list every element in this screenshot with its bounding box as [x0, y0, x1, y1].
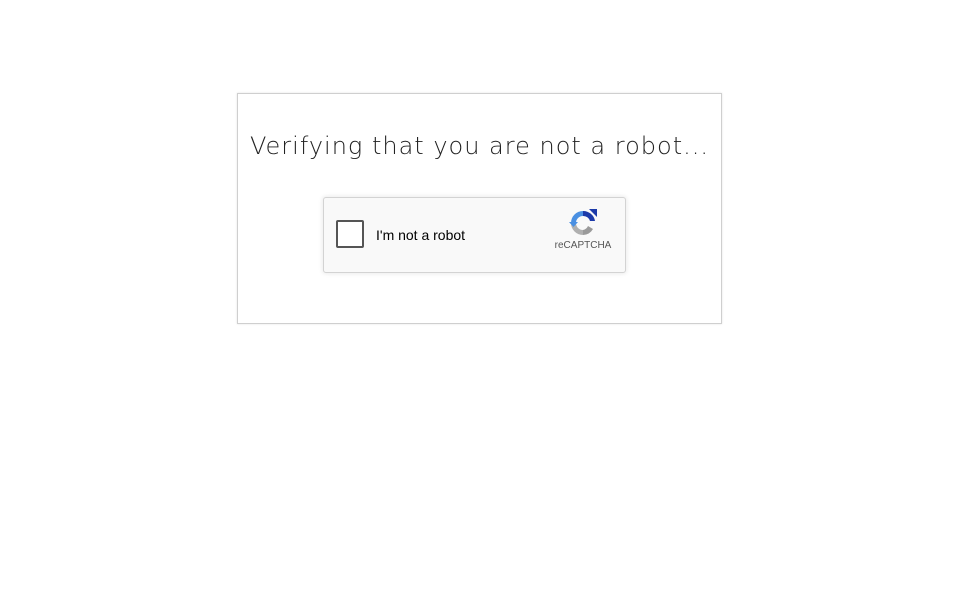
verification-title: Verifying that you are not a robot... — [249, 132, 710, 160]
page: Verifying that you are not a robot... I'… — [0, 0, 960, 600]
recaptcha-checkbox[interactable] — [336, 220, 364, 248]
recaptcha-checkbox-label[interactable]: I'm not a robot — [376, 227, 465, 243]
recaptcha-widget: I'm not a robot reCAPTCHA — [323, 197, 626, 273]
verification-card: Verifying that you are not a robot... I'… — [237, 93, 722, 324]
recaptcha-logo[interactable]: reCAPTCHA — [553, 207, 613, 251]
recaptcha-logo-icon — [569, 209, 597, 235]
recaptcha-brand-label: reCAPTCHA — [554, 240, 612, 251]
